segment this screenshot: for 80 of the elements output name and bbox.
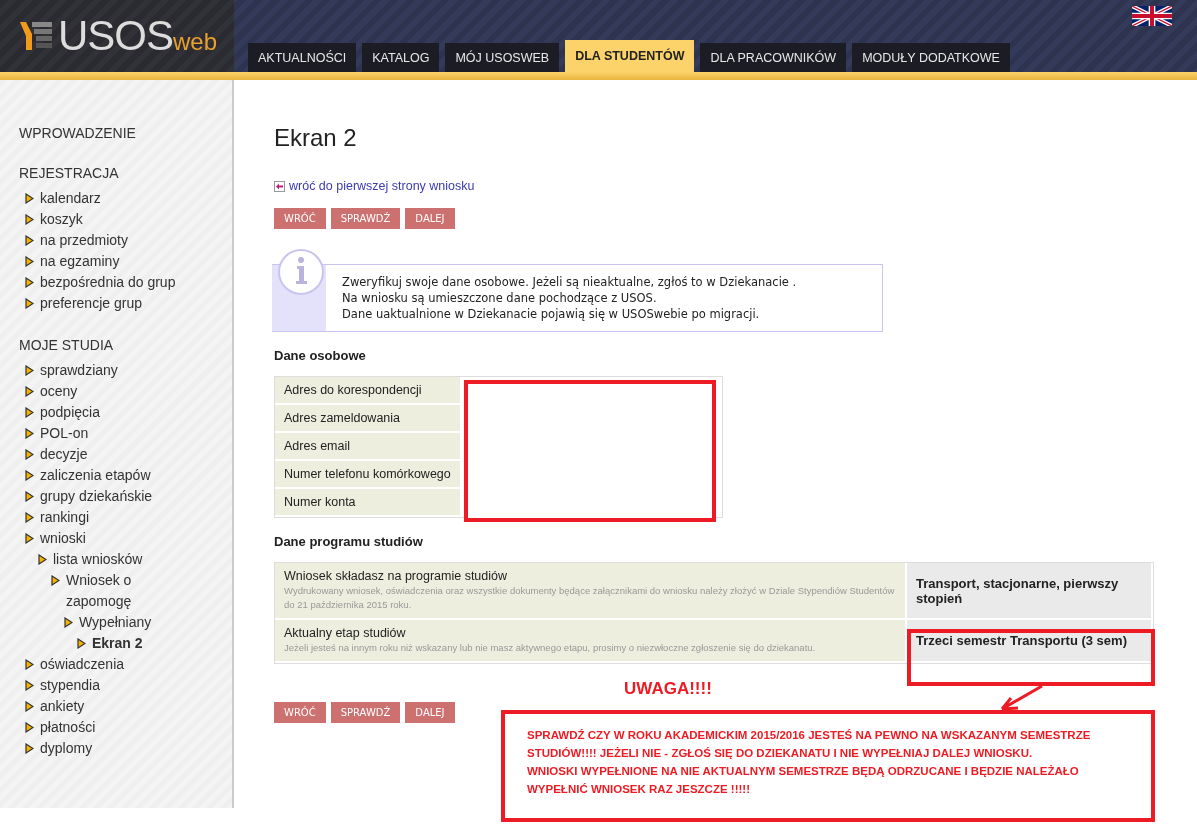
bullet-arrow-icon [25,512,34,523]
bullet-arrow-icon [25,449,34,460]
field-label: Adres zameldowania [275,405,462,433]
back-arrow-icon[interactable] [274,180,285,192]
sidebar-item[interactable]: rankingi [40,507,90,528]
nav-tab[interactable]: MÓJ USOSWEB [445,43,560,72]
bullet-arrow-icon [25,491,34,502]
sidebar-item[interactable]: bezpośrednia do grup [40,272,176,293]
page-title: Ekran 2 [274,124,358,152]
warning-heading: UWAGA!!!! [624,679,712,699]
field-label: Numer konta [275,489,462,517]
sidebar-item[interactable]: preferencje grup [40,293,142,314]
info-text: Na wniosku są umieszczone dane pochodzące z USOS. [342,290,658,306]
nav-tab[interactable]: DLA STUDENTÓW [565,40,695,72]
nav-tab[interactable]: DLA PRACOWNIKÓW [700,43,847,72]
section-heading: Dane osobowe [274,348,367,363]
bullet-arrow-icon [38,554,47,565]
bullet-arrow-icon [25,743,34,754]
field-value: Transport, stacjonarne, pierwszy stopień [907,563,1153,620]
nav-tab[interactable]: MODUŁY DODATKOWE [852,43,1010,72]
bullet-arrow-icon [25,386,34,397]
sidebar-item[interactable]: Ekran 2 [92,633,143,654]
flag-icon[interactable] [1132,6,1172,26]
sidebar-heading[interactable]: MOJE STUDIA [19,336,192,354]
bullet-arrow-icon [25,298,34,309]
bullet-arrow-icon [77,638,86,649]
back-link[interactable]: wróć do pierwszej strony wniosku [289,179,475,193]
bullet-arrow-icon [51,575,60,586]
bullet-arrow-icon [25,277,34,288]
sidebar-item[interactable]: podpięcia [40,402,100,423]
sidebar-item[interactable]: koszyk [40,209,83,230]
usosweb-logo[interactable]: USOSweb [0,0,234,72]
sidebar-heading[interactable]: WPROWADZENIE [19,124,192,142]
bullet-arrow-icon [25,533,34,544]
info-text: Dane uaktualnione w Dziekanacie pojawią się w USOSwebie po migracji. [342,306,761,322]
sidebar-item[interactable]: grupy dziekańskie [40,486,153,507]
field-label: Adres do korespondencji [275,377,462,405]
sidebar-item[interactable]: kalendarz [40,188,101,209]
bullet-arrow-icon [25,701,34,712]
section-heading: Dane programu studiów [274,534,424,549]
bullet-arrow-icon [25,365,34,376]
sidebar-item[interactable]: oświadczenia [40,654,125,675]
bullet-arrow-icon [25,659,34,670]
field-label: Adres email [275,433,462,461]
nav-tab[interactable]: AKTUALNOŚCI [248,43,357,72]
sidebar-item[interactable]: sprawdziany [40,360,118,381]
sidebar-item[interactable]: ankiety [40,696,85,717]
bullet-arrow-icon [25,470,34,481]
sidebar-item[interactable]: wnioski [40,528,86,549]
bullet-arrow-icon [25,214,34,225]
info-text: Zweryfikuj swoje dane osobowe. Jeżeli są nieaktualne, zgłoś to w Dziekanacie . [342,274,798,290]
bullet-arrow-icon [25,256,34,267]
bullet-arrow-icon [64,617,73,628]
field-hint: Jeżeli jesteś na innym roku niż wskazany lub nie masz aktywnego etapu, prosimy o niezwłoczne zgłoszenie się do dziekanatu. [284,641,817,655]
sidebar-item[interactable]: Wypełniany [79,612,152,633]
sidebar-item[interactable]: oceny [40,381,78,402]
sidebar-heading[interactable]: REJESTRACJA [19,164,192,182]
bullet-arrow-icon [25,722,34,733]
sidebar-item[interactable]: stypendia [40,675,100,696]
nav-tab[interactable]: KATALOG [362,43,440,72]
warning-box: SPRAWDŹ CZY W ROKU AKADEMICKIM 2015/2016 JESTEŚ NA PEWNO NA WSKAZANYM SEMESTRZE STUDIÓW!!!! JEŻELI NIE - ZGŁOŚ SIĘ DO DZIEKANATU I NIE WYPEŁNIAJ DALEJ WNIOSKU. WNIOSKI WYPEŁNIONE NA NIE AKTUALNYM SEMESTRZE BĘDĄ ODRZUCANE I BĘDZIE NALEŻAŁO WYPEŁNIĆ WNIOSEK RAZ JESZCZE !!!!! [501,710,1155,822]
bullet-arrow-icon [25,680,34,691]
logo-icon [18,20,54,52]
sidebar-item[interactable]: lista wniosków [53,549,143,570]
sidebar-item[interactable]: płatności [40,717,96,738]
bullet-arrow-icon [25,428,34,439]
sidebar-item[interactable]: dyplomy [40,738,93,759]
bullet-arrow-icon [25,407,34,418]
field-label: Wniosek składasz na programie studiów [284,569,509,583]
bullet-arrow-icon [25,235,34,246]
field-label: Aktualny etap studiów [284,626,407,640]
sidebar-item[interactable]: POL-on [40,423,89,444]
bullet-arrow-icon [25,193,34,204]
field-hint: Wydrukowany wniosek, oświadczenia oraz wszystkie dokumenty będące załącznikami do wniosku należy złożyć w Dziale Stypendiów Studentów do 21 października 2015 roku. [284,584,896,612]
sidebar-item[interactable]: na egzaminy [40,251,120,272]
sidebar-item[interactable]: zaliczenia etapów [40,465,151,486]
sidebar-item[interactable]: decyzje [40,444,88,465]
sidebar-item[interactable]: na przedmioty [40,230,128,251]
field-label: Numer telefonu komórkowego [275,461,462,489]
sidebar-item[interactable]: Wniosek o zapomogę [66,570,192,612]
